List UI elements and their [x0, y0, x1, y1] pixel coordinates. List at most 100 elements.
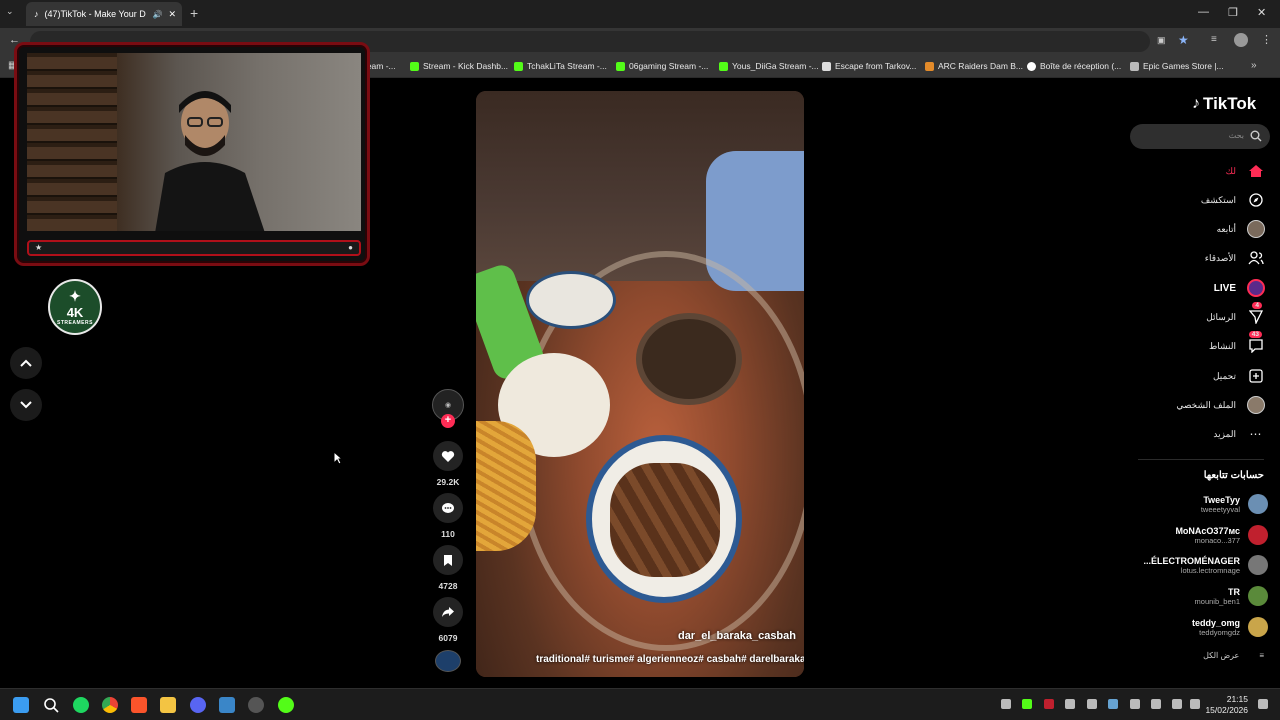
music-disc-icon[interactable] [435, 650, 461, 672]
bookmark-star-icon[interactable]: ★ [1178, 33, 1189, 47]
windows-taskbar: 21:15 15/02/2026 [0, 688, 1280, 720]
following-account[interactable]: TweeTyy tweeetyyval [1201, 491, 1268, 517]
google-icon [1027, 61, 1036, 71]
brave-icon[interactable] [131, 697, 147, 713]
kick-taskbar-icon[interactable] [278, 697, 294, 713]
following-account[interactable]: teddy_omg teddyomgdz [1192, 614, 1268, 640]
video-username[interactable]: dar_el_baraka_casbah [678, 630, 796, 642]
discord-icon[interactable] [190, 697, 206, 713]
profile-avatar[interactable] [1234, 33, 1248, 47]
nav-messages[interactable]: الرسائل 4 [1206, 302, 1266, 328]
tray-notion-icon[interactable] [1065, 699, 1075, 709]
kick-icon [616, 61, 625, 71]
activity-badge: 43 [1248, 331, 1262, 338]
nav-for-you[interactable]: لك [1226, 160, 1266, 182]
nav-upload[interactable]: تحميل [1213, 365, 1266, 387]
bookmark-3[interactable]: 06gaming Stream -... [616, 61, 708, 71]
nav-more[interactable]: المزيد ⋯ [1213, 423, 1266, 445]
notifications-icon[interactable] [1258, 699, 1268, 709]
streamer-logo: ✦ 4K STREAMERS [48, 279, 102, 335]
like-action[interactable]: 29.2K [432, 441, 464, 487]
previous-video-button[interactable] [10, 347, 42, 379]
more-bookmarks-icon[interactable]: » [1251, 60, 1257, 71]
tray-shield-icon[interactable] [1044, 699, 1054, 709]
nav-label: LIVE [1213, 282, 1236, 294]
following-account[interactable]: MoNAcO377мс monaco...377 [1175, 522, 1268, 548]
nav-explore[interactable]: استكشف [1201, 189, 1266, 211]
comment-action[interactable]: 110 [432, 493, 464, 539]
video-player[interactable]: dar_el_baraka_casbah traditional# turism… [476, 91, 804, 677]
nav-label: الأصدقاء [1204, 252, 1236, 263]
share-count: 6079 [438, 633, 458, 643]
tray-steelseries-icon[interactable] [1087, 699, 1097, 709]
nav-profile[interactable]: الملف الشخصي [1176, 394, 1266, 416]
account-handle: lotus.lectromnage [1180, 565, 1240, 575]
install-app-icon[interactable]: ▣ [1157, 35, 1166, 46]
tray-kick-icon[interactable] [1022, 699, 1032, 709]
browser-tab-tiktok[interactable]: ♪ (47)TikTok - Make Your Day 🔊 ✕ [26, 2, 182, 26]
account-name: teddy_omg [1191, 617, 1240, 628]
following-account[interactable]: TR mounib_ben1 [1195, 583, 1268, 609]
taskbar-clock[interactable]: 21:15 15/02/2026 [1205, 694, 1248, 716]
speaker-icon[interactable]: 🔊 [152, 10, 162, 19]
start-icon[interactable] [13, 697, 29, 713]
tiktok-logo[interactable]: ♪ TikTok [1192, 94, 1256, 114]
media-control-icon[interactable]: ≡ [1211, 34, 1217, 45]
microphone-icon[interactable] [1151, 699, 1161, 709]
headset-icon[interactable] [1130, 699, 1140, 709]
bookmark-8[interactable]: Epic Games Store |... [1130, 61, 1224, 71]
video-stew-bowl [636, 313, 742, 405]
photos-icon[interactable] [219, 697, 235, 713]
save-action[interactable]: 4728 [432, 545, 464, 591]
heart-icon[interactable] [433, 441, 463, 471]
tray-steam-icon[interactable] [1108, 699, 1118, 709]
tiktok-note-icon: ♪ [1192, 95, 1200, 112]
comment-icon[interactable] [433, 493, 463, 523]
nav-live[interactable]: LIVE [1214, 277, 1266, 299]
nav-activity[interactable]: النشاط 43 [1209, 331, 1266, 357]
account-avatar [1248, 586, 1268, 606]
search-input[interactable]: بحث [1130, 124, 1270, 149]
share-action[interactable]: 6079 [432, 597, 464, 643]
tab-search-icon[interactable]: ⌄ [6, 6, 14, 17]
volume-icon[interactable] [1190, 699, 1200, 709]
bookmark-label: ARC Raiders Dam B... [938, 61, 1024, 71]
maximize-button[interactable]: ❐ [1228, 6, 1238, 19]
account-name: TweeTyy [1203, 494, 1240, 505]
wifi-icon[interactable] [1172, 699, 1182, 709]
bookmark-icon[interactable] [433, 545, 463, 575]
account-handle: mounib_ben1 [1194, 596, 1240, 606]
new-tab-button[interactable]: + [190, 5, 198, 21]
tray-app-icon[interactable] [1001, 699, 1011, 709]
browser-menu-icon[interactable]: ⋮ [1261, 33, 1272, 46]
next-video-button[interactable] [10, 389, 42, 421]
chrome-icon[interactable] [102, 697, 118, 713]
search-icon[interactable] [1250, 130, 1262, 142]
file-explorer-icon[interactable] [160, 697, 176, 713]
clock-date: 15/02/2026 [1205, 705, 1248, 715]
bookmark-6[interactable]: ARC Raiders Dam B... [925, 61, 1023, 71]
spotify-icon[interactable] [73, 697, 89, 713]
video-hashtags[interactable]: traditional# turisme# algerienneoz# casb… [536, 654, 804, 665]
bookmark-1[interactable]: Stream - Kick Dashb... [410, 61, 508, 71]
search-taskbar-icon[interactable] [43, 697, 59, 713]
nav-following[interactable]: أتابعه [1217, 218, 1266, 240]
bookmark-2[interactable]: TchakLiTa Stream -... [514, 61, 607, 71]
obs-icon[interactable] [248, 697, 264, 713]
share-icon[interactable] [433, 597, 463, 627]
epic-games-icon [1130, 61, 1139, 71]
eagle-icon: ✦ [69, 288, 81, 304]
follow-plus-button[interactable]: + [441, 414, 455, 428]
see-all-link[interactable]: عرض الكل ≡ [1203, 651, 1264, 660]
bookmark-5[interactable]: Escape from Tarkov... [822, 61, 916, 71]
window-close-button[interactable]: ✕ [1257, 6, 1266, 19]
bookmark-4[interactable]: Yous_DiiGa Stream -... [719, 61, 819, 71]
bookmark-7[interactable]: Boîte de réception (... [1027, 61, 1121, 71]
bookmark-label: TchakLiTa Stream -... [527, 61, 607, 71]
following-account[interactable]: ...ÉLECTROMÉNAGER lotus.lectromnage [1143, 552, 1268, 578]
tab-close-icon[interactable]: ✕ [168, 9, 182, 20]
nav-friends[interactable]: الأصدقاء [1205, 247, 1266, 269]
bookmark-label: Epic Games Store |... [1143, 61, 1224, 71]
minimize-button[interactable]: — [1198, 6, 1209, 18]
chevron-up-icon [20, 359, 32, 367]
